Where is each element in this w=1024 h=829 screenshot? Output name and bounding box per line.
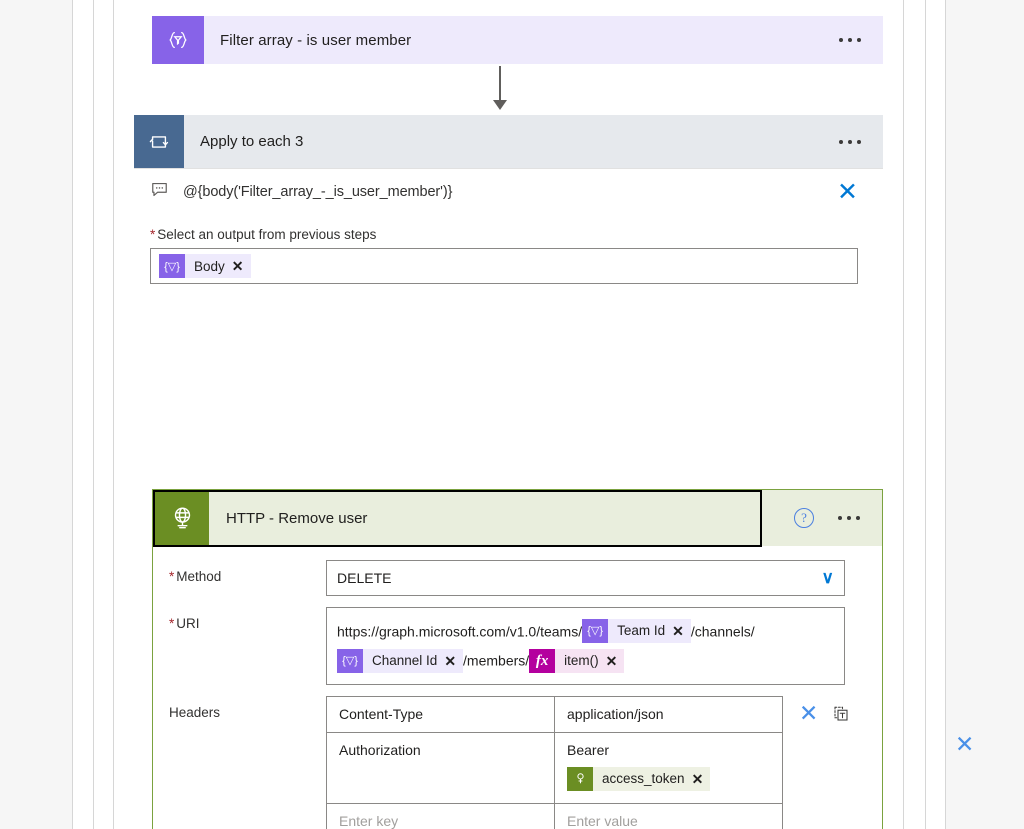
token-label: item() [564, 652, 599, 668]
connector-key-icon [567, 766, 593, 791]
right-strip-inner [903, 0, 925, 829]
connector-arrow-top [490, 0, 510, 2]
header-value-input-blank[interactable]: Enter value [555, 804, 782, 829]
right-gutter [945, 0, 1024, 829]
row-method: Method DELETE ∨ [153, 560, 882, 596]
designer-surface: Filter array - is user member Apply to e [134, 0, 974, 829]
uri-label: URI [169, 607, 326, 631]
chevron-down-icon[interactable]: ∨ [822, 568, 834, 588]
left-strip-middle [93, 0, 113, 829]
uri-text-segment-0: https://graph.microsoft.com/v1.0/teams/ [337, 623, 583, 640]
select-output-input[interactable]: {▽} Body ✕ [150, 248, 858, 284]
headers-label: Headers [169, 704, 221, 720]
token-label: access_token [602, 771, 685, 787]
dynamic-token-icon: {▽} [337, 648, 363, 673]
token-chip-team-id[interactable]: {▽} Team Id ✕ [582, 619, 691, 644]
card-apply-to-each: Apply to each 3 @{body('Filter_array_-_i… [134, 115, 974, 829]
token-chip-body[interactable]: {▽} Body ✕ [159, 254, 251, 278]
apply-to-each-header[interactable]: Apply to each 3 [134, 115, 883, 168]
http-card-body: Method DELETE ∨ URI [153, 546, 974, 829]
dynamic-token-icon: {▽} [582, 619, 609, 644]
token-chip-item-expression[interactable]: fx item() ✕ [529, 648, 625, 673]
card-title: Apply to each 3 [200, 133, 304, 150]
remove-token-icon[interactable]: ✕ [606, 654, 618, 668]
table-row: Enter key Enter value [327, 803, 782, 829]
left-strip-inner [113, 0, 134, 829]
remove-token-icon[interactable]: ✕ [692, 772, 704, 786]
token-chip-channel-id[interactable]: {▽} Channel Id ✕ [337, 648, 464, 673]
table-row: Authorization Bearer access_token ✕ [327, 732, 782, 804]
expression-text: @{body('Filter_array_-_is_user_member')} [183, 184, 453, 200]
card-title: Filter array - is user member [220, 31, 412, 49]
header-key-input-blank[interactable]: Enter key [327, 803, 555, 829]
function-icon: fx [529, 648, 556, 673]
connector-arrow-filter-to-loop [490, 66, 510, 112]
token-chip-access-token[interactable]: access_token ✕ [567, 766, 711, 791]
apply-to-each-more-menu[interactable] [839, 139, 883, 144]
method-value: DELETE [337, 570, 392, 586]
left-strip-outer [72, 0, 93, 829]
http-more-menu[interactable] [838, 516, 882, 520]
header-key-input[interactable]: Authorization [327, 732, 555, 803]
row-headers: Headers Content-Type application/json Au… [153, 695, 882, 829]
globe-icon [155, 491, 209, 545]
header-key-input[interactable]: Content-Type [327, 696, 555, 732]
token-label: Team Id [617, 623, 666, 639]
card-http-remove-user: HTTP - Remove user ? Method DELETE ∨ [152, 489, 974, 829]
select-output-label-text: Select an output from previous steps [157, 227, 377, 242]
http-card-header[interactable]: HTTP - Remove user ? [152, 489, 883, 547]
card-title: HTTP - Remove user [226, 509, 368, 527]
method-select[interactable]: DELETE ∨ [326, 560, 845, 596]
flow-designer-canvas: Filter array - is user member Apply to e [0, 0, 1024, 829]
apply-to-each-body: @{body('Filter_array_-_is_user_member')}… [134, 168, 974, 829]
left-gutter [0, 0, 72, 829]
header-value-input[interactable]: application/json [555, 697, 782, 732]
card-filter-array[interactable]: Filter array - is user member [152, 16, 883, 64]
remove-header-row-2-icon[interactable]: ✕ [955, 732, 974, 756]
dynamic-content-icon [152, 16, 204, 64]
header-value-text: Bearer [567, 741, 610, 758]
remove-token-icon[interactable]: ✕ [672, 624, 684, 638]
remove-token-icon[interactable]: ✕ [232, 259, 244, 273]
help-icon[interactable]: ? [794, 508, 814, 528]
uri-input[interactable]: https://graph.microsoft.com/v1.0/teams/{… [326, 607, 845, 685]
token-label: Channel Id [372, 652, 438, 668]
method-label: Method [169, 560, 326, 584]
token-label: Body [194, 258, 225, 274]
remove-header-row-1-icon[interactable]: ✕ [799, 701, 818, 725]
comment-icon [150, 180, 169, 204]
filter-array-more-menu[interactable] [839, 38, 883, 42]
loop-icon [134, 115, 184, 168]
dynamic-token-icon: {▽} [159, 254, 185, 278]
headers-table: Content-Type application/json Authorizat… [326, 695, 783, 829]
right-strip-middle [925, 0, 945, 829]
table-row: Content-Type application/json [327, 696, 782, 733]
uri-text-segment-2: /channels/ [690, 623, 755, 640]
clear-expression-button[interactable]: ✕ [837, 180, 858, 205]
switch-to-text-mode-icon[interactable] [832, 705, 850, 728]
remove-token-icon[interactable]: ✕ [444, 654, 456, 668]
headers-row-actions: ✕ [783, 696, 850, 728]
expression-preview-row: @{body('Filter_array_-_is_user_member')}… [134, 169, 883, 215]
row-uri: URI https://graph.microsoft.com/v1.0/tea… [153, 607, 882, 685]
select-output-label: * Select an output from previous steps [134, 215, 883, 242]
uri-text-segment-4: /members/ [463, 652, 530, 669]
header-value-input[interactable]: Bearer access_token ✕ [555, 733, 782, 803]
